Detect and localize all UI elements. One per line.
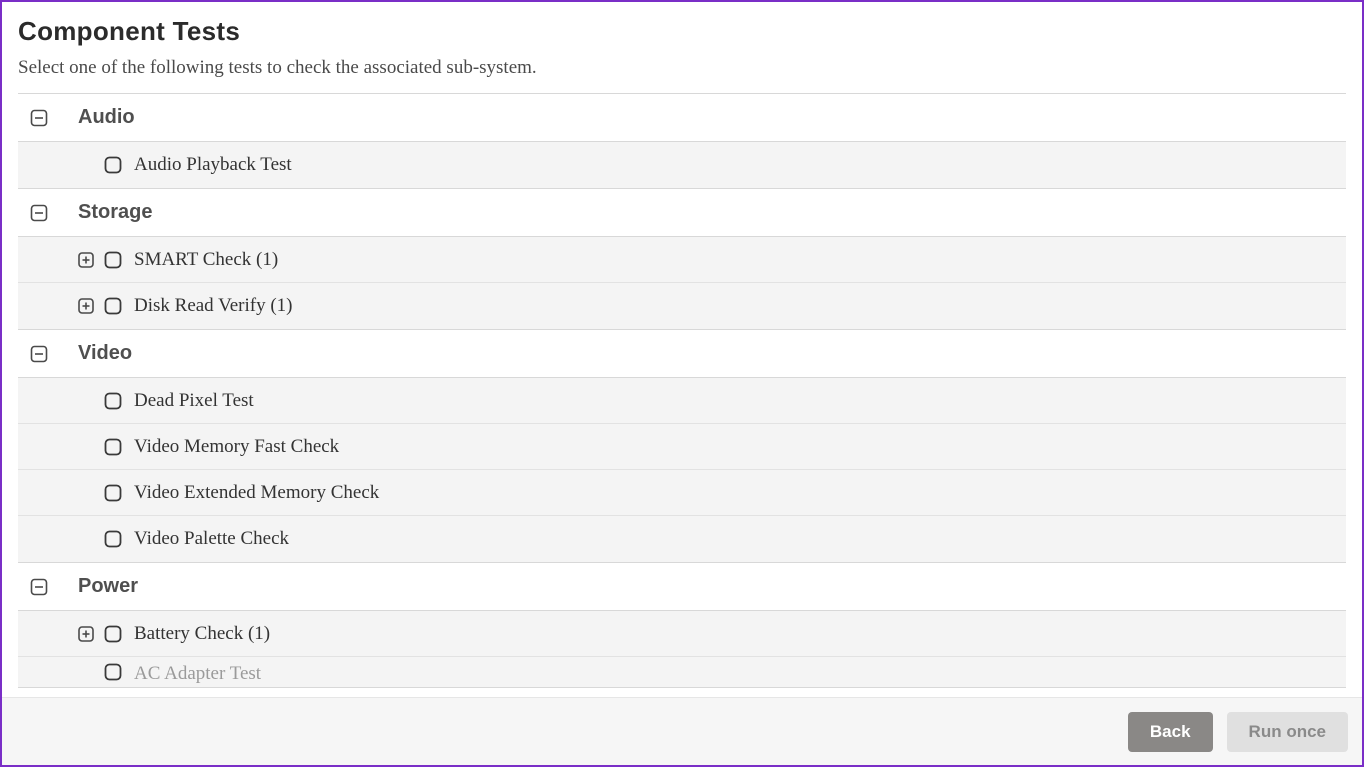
app-frame: Component Tests Select one of the follow… bbox=[0, 0, 1364, 767]
test-row[interactable]: Video Palette Check bbox=[18, 516, 1346, 562]
test-row[interactable]: Video Extended Memory Check bbox=[18, 470, 1346, 516]
test-row[interactable]: Video Memory Fast Check bbox=[18, 424, 1346, 470]
test-checkbox[interactable] bbox=[104, 251, 122, 269]
collapse-icon[interactable] bbox=[30, 109, 48, 127]
test-label: Battery Check (1) bbox=[134, 623, 270, 645]
test-list-power: Battery Check (1) AC Adapter Test bbox=[18, 611, 1346, 688]
test-checkbox[interactable] bbox=[104, 438, 122, 456]
expand-icon[interactable] bbox=[78, 252, 94, 268]
test-label: Audio Playback Test bbox=[134, 154, 292, 176]
category-header-power[interactable]: Power bbox=[18, 563, 1346, 611]
test-tree: Audio Audio Playback Test Storage SMART Che… bbox=[18, 94, 1346, 688]
category-title: Video bbox=[78, 342, 132, 365]
test-row[interactable]: AC Adapter Test bbox=[18, 657, 1346, 687]
test-row[interactable]: Battery Check (1) bbox=[18, 611, 1346, 657]
expand-spacer bbox=[78, 393, 94, 409]
footer-bar: Back Run once bbox=[2, 697, 1362, 765]
test-label: Video Memory Fast Check bbox=[134, 436, 339, 458]
expand-spacer bbox=[78, 485, 94, 501]
test-label: Dead Pixel Test bbox=[134, 390, 254, 412]
test-checkbox[interactable] bbox=[104, 156, 122, 174]
test-list-video: Dead Pixel Test Video Memory Fast Check Vi… bbox=[18, 378, 1346, 563]
test-checkbox[interactable] bbox=[104, 392, 122, 410]
test-label: AC Adapter Test bbox=[134, 663, 261, 685]
collapse-icon[interactable] bbox=[30, 204, 48, 222]
expand-spacer bbox=[78, 663, 94, 679]
test-checkbox[interactable] bbox=[104, 297, 122, 315]
back-button[interactable]: Back bbox=[1128, 712, 1213, 752]
test-list-storage: SMART Check (1) Disk Read Verify (1) bbox=[18, 237, 1346, 330]
expand-icon[interactable] bbox=[78, 626, 94, 642]
test-checkbox[interactable] bbox=[104, 484, 122, 502]
test-checkbox[interactable] bbox=[104, 530, 122, 548]
page-subtitle: Select one of the following tests to che… bbox=[2, 57, 1362, 93]
category-title: Audio bbox=[78, 106, 135, 129]
run-once-button[interactable]: Run once bbox=[1227, 712, 1348, 752]
category-header-storage[interactable]: Storage bbox=[18, 189, 1346, 237]
collapse-icon[interactable] bbox=[30, 345, 48, 363]
content-area: Component Tests Select one of the follow… bbox=[2, 2, 1362, 697]
expand-spacer bbox=[78, 439, 94, 455]
category-header-video[interactable]: Video bbox=[18, 330, 1346, 378]
test-label: Video Palette Check bbox=[134, 528, 289, 550]
test-row[interactable]: Disk Read Verify (1) bbox=[18, 283, 1346, 329]
expand-spacer bbox=[78, 531, 94, 547]
test-label: Video Extended Memory Check bbox=[134, 482, 379, 504]
page-title: Component Tests bbox=[2, 16, 1362, 57]
category-title: Power bbox=[78, 575, 138, 598]
expand-icon[interactable] bbox=[78, 298, 94, 314]
test-checkbox[interactable] bbox=[104, 663, 122, 681]
collapse-icon[interactable] bbox=[30, 578, 48, 596]
test-checkbox[interactable] bbox=[104, 625, 122, 643]
test-row[interactable]: Audio Playback Test bbox=[18, 142, 1346, 188]
test-row[interactable]: SMART Check (1) bbox=[18, 237, 1346, 283]
category-header-audio[interactable]: Audio bbox=[18, 94, 1346, 142]
test-list-audio: Audio Playback Test bbox=[18, 142, 1346, 189]
test-label: SMART Check (1) bbox=[134, 249, 278, 271]
category-title: Storage bbox=[78, 201, 152, 224]
expand-spacer bbox=[78, 157, 94, 173]
test-label: Disk Read Verify (1) bbox=[134, 295, 292, 317]
test-row[interactable]: Dead Pixel Test bbox=[18, 378, 1346, 424]
